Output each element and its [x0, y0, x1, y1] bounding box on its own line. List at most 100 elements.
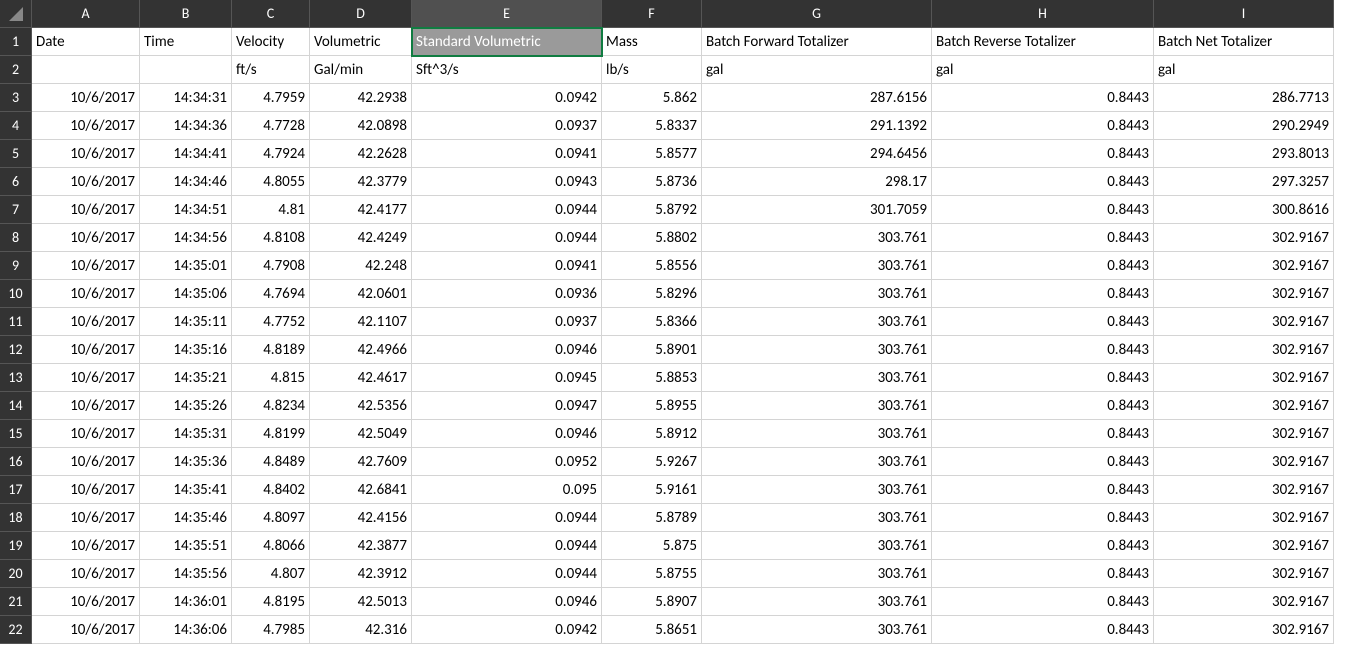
cell[interactable]: 14:35:21	[140, 364, 232, 392]
cell[interactable]: 14:35:56	[140, 560, 232, 588]
cell[interactable]: lb/s	[602, 56, 702, 84]
cell[interactable]: 4.8055	[232, 168, 310, 196]
cell[interactable]: 303.761	[702, 280, 932, 308]
cell[interactable]: 5.8912	[602, 420, 702, 448]
cell[interactable]: 0.8443	[932, 504, 1154, 532]
cell[interactable]: 0.0946	[412, 588, 602, 616]
cell[interactable]: 5.8736	[602, 168, 702, 196]
cell[interactable]: 0.0943	[412, 168, 602, 196]
cell[interactable]: 5.8651	[602, 616, 702, 644]
cell[interactable]: 10/6/2017	[32, 252, 140, 280]
row-header[interactable]: 4	[0, 112, 32, 140]
cell[interactable]: 0.8443	[932, 532, 1154, 560]
cell[interactable]: 42.3779	[310, 168, 412, 196]
cell[interactable]: 303.761	[702, 336, 932, 364]
cell[interactable]: 4.7752	[232, 308, 310, 336]
cell[interactable]: 14:36:06	[140, 616, 232, 644]
cell[interactable]: 0.095	[412, 476, 602, 504]
cell[interactable]: 4.8189	[232, 336, 310, 364]
cell[interactable]: 0.8443	[932, 252, 1154, 280]
cell[interactable]: 302.9167	[1154, 532, 1334, 560]
cell[interactable]: 42.2628	[310, 140, 412, 168]
cell[interactable]: 5.8955	[602, 392, 702, 420]
cell[interactable]: 5.8792	[602, 196, 702, 224]
cell[interactable]: 14:34:41	[140, 140, 232, 168]
cell[interactable]: 10/6/2017	[32, 336, 140, 364]
cell[interactable]: gal	[1154, 56, 1334, 84]
cell[interactable]: 290.2949	[1154, 112, 1334, 140]
cell[interactable]: 0.0944	[412, 532, 602, 560]
cell[interactable]: 303.761	[702, 420, 932, 448]
cell[interactable]: 10/6/2017	[32, 420, 140, 448]
cell[interactable]: 0.8443	[932, 448, 1154, 476]
column-header-a[interactable]: A	[32, 0, 140, 28]
cell[interactable]: 0.0944	[412, 504, 602, 532]
cell[interactable]: 302.9167	[1154, 336, 1334, 364]
row-header[interactable]: 21	[0, 588, 32, 616]
cell[interactable]: 0.0942	[412, 616, 602, 644]
cell[interactable]: 0.8443	[932, 364, 1154, 392]
cell[interactable]: 303.761	[702, 560, 932, 588]
row-header[interactable]: 13	[0, 364, 32, 392]
row-header[interactable]: 18	[0, 504, 32, 532]
cell[interactable]: 14:35:11	[140, 308, 232, 336]
cell[interactable]: 0.8443	[932, 140, 1154, 168]
cell[interactable]: 14:34:56	[140, 224, 232, 252]
cell[interactable]: 302.9167	[1154, 364, 1334, 392]
cell[interactable]: 303.761	[702, 364, 932, 392]
cell[interactable]: gal	[702, 56, 932, 84]
cell[interactable]: 0.8443	[932, 336, 1154, 364]
cell[interactable]: 0.8443	[932, 308, 1154, 336]
row-header[interactable]: 6	[0, 168, 32, 196]
cell[interactable]: 10/6/2017	[32, 84, 140, 112]
cell[interactable]: 301.7059	[702, 196, 932, 224]
row-header[interactable]: 3	[0, 84, 32, 112]
cell[interactable]: 42.5356	[310, 392, 412, 420]
cell[interactable]: 0.0946	[412, 420, 602, 448]
cell[interactable]: 0.0945	[412, 364, 602, 392]
cell[interactable]: 303.761	[702, 224, 932, 252]
cell[interactable]: 42.3912	[310, 560, 412, 588]
cell[interactable]: 0.8443	[932, 420, 1154, 448]
row-header[interactable]: 14	[0, 392, 32, 420]
cell[interactable]: 5.9267	[602, 448, 702, 476]
cell[interactable]: 4.7924	[232, 140, 310, 168]
cell[interactable]: 303.761	[702, 588, 932, 616]
column-header-b[interactable]: B	[140, 0, 232, 28]
row-header[interactable]: 11	[0, 308, 32, 336]
cell[interactable]: 5.8296	[602, 280, 702, 308]
cell[interactable]: 0.0941	[412, 252, 602, 280]
cell[interactable]: 286.7713	[1154, 84, 1334, 112]
cell[interactable]: 0.0944	[412, 224, 602, 252]
cell[interactable]: Batch Reverse Totalizer	[932, 28, 1154, 56]
cell[interactable]: 42.3877	[310, 532, 412, 560]
cell[interactable]: 298.17	[702, 168, 932, 196]
cell[interactable]: 0.0947	[412, 392, 602, 420]
cell[interactable]: 5.8577	[602, 140, 702, 168]
cell[interactable]: 4.7908	[232, 252, 310, 280]
cell[interactable]: 303.761	[702, 252, 932, 280]
cell[interactable]: 302.9167	[1154, 588, 1334, 616]
column-header-i[interactable]: I	[1154, 0, 1334, 28]
cell[interactable]: 4.7694	[232, 280, 310, 308]
cell[interactable]: 303.761	[702, 476, 932, 504]
cell[interactable]: 303.761	[702, 504, 932, 532]
cell[interactable]: 302.9167	[1154, 504, 1334, 532]
cell[interactable]	[140, 56, 232, 84]
cell[interactable]: 14:35:31	[140, 420, 232, 448]
cell[interactable]: 10/6/2017	[32, 392, 140, 420]
cell[interactable]: 302.9167	[1154, 392, 1334, 420]
cell[interactable]: Batch Net Totalizer	[1154, 28, 1334, 56]
cell[interactable]: 0.0952	[412, 448, 602, 476]
row-header[interactable]: 17	[0, 476, 32, 504]
column-header-c[interactable]: C	[232, 0, 310, 28]
cell[interactable]: Velocity	[232, 28, 310, 56]
cell[interactable]: 5.875	[602, 532, 702, 560]
cell[interactable]: 5.8556	[602, 252, 702, 280]
spreadsheet-grid[interactable]: ABCDEFGHI1DateTimeVelocityVolumetricStan…	[0, 0, 1355, 644]
cell[interactable]: 0.8443	[932, 588, 1154, 616]
cell[interactable]: 5.8853	[602, 364, 702, 392]
cell[interactable]: 10/6/2017	[32, 280, 140, 308]
cell[interactable]: 42.0601	[310, 280, 412, 308]
cell[interactable]: 10/6/2017	[32, 476, 140, 504]
